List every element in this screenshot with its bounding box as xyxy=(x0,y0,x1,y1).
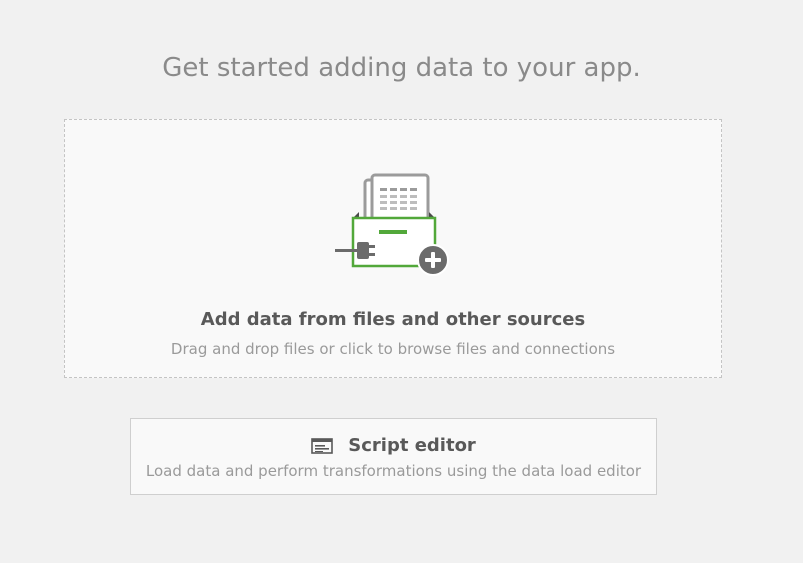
script-editor-card[interactable]: Script editor Load data and perform tran… xyxy=(130,418,657,495)
add-data-source-icon xyxy=(335,172,455,277)
script-editor-icon xyxy=(311,437,333,454)
add-data-subtitle: Drag and drop files or click to browse f… xyxy=(170,340,616,358)
add-data-dropzone[interactable]: Add data from files and other sources Dr… xyxy=(64,119,722,378)
script-editor-title: Script editor xyxy=(348,434,476,456)
script-editor-subtitle: Load data and perform transformations us… xyxy=(145,462,642,480)
add-data-title: Add data from files and other sources xyxy=(200,309,586,330)
page-heading: Get started adding data to your app. xyxy=(162,53,641,83)
script-editor-title-row: Script editor xyxy=(131,433,656,457)
